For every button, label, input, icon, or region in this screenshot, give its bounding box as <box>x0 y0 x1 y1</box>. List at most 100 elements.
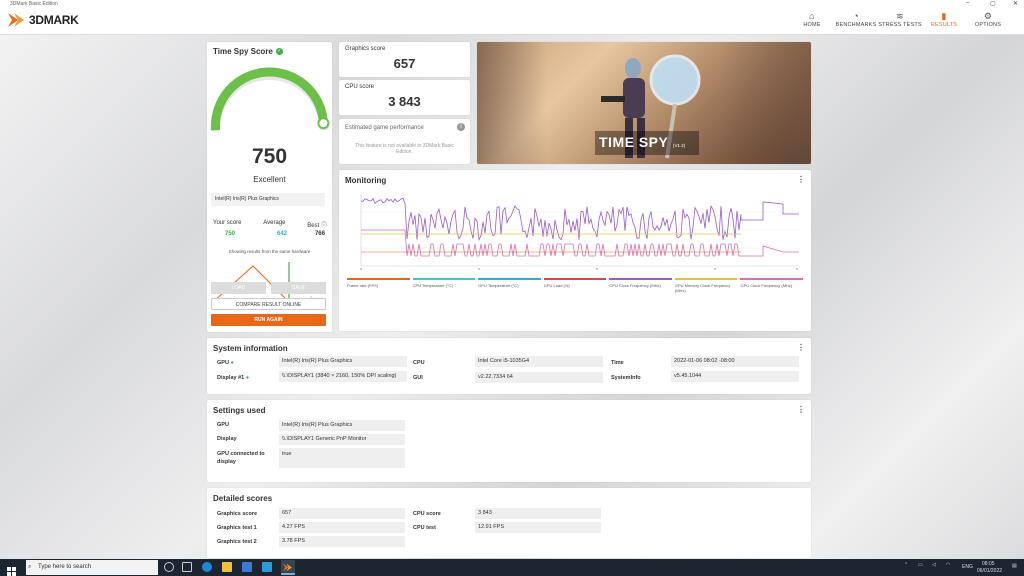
legend-item[interactable]: GPU Temperature (°C) <box>478 278 541 293</box>
score-note: Showing results from the same hardware <box>228 249 311 254</box>
check-icon: ● <box>245 375 250 381</box>
legend-item[interactable]: Frame rate (FPS) <box>347 278 410 293</box>
average-value: 642 <box>276 231 287 237</box>
detailed-graphics-value: 657 <box>279 508 405 519</box>
nav-items: ⌂ HOME ◔ BENCHMARKS ≋ STRESS TESTS ▮ RESULTS ⚙ OP… <box>790 11 1010 33</box>
more-options-icon[interactable]: ⋮ <box>797 175 805 184</box>
system-cpu-value: Intel Core i5-1035G4 <box>475 356 603 367</box>
score-gpu-name: Intel(R) Iris(R) Plus Graphics <box>211 193 325 206</box>
top-navigation: 3DMARK ⌂ HOME ◔ BENCHMARKS ≋ STRESS TESTS ▮ RES… <box>0 9 1024 35</box>
taskbar-search-input[interactable]: ⌕ Type here to search <box>26 560 158 575</box>
settings-title: Settings used <box>213 406 266 415</box>
system-sysinfo-value: v5.45.1044 <box>671 371 799 382</box>
3dmark-taskbar-icon[interactable] <box>281 560 295 575</box>
network-icon[interactable]: ▭ <box>918 562 923 568</box>
windows-start-icon[interactable] <box>7 563 16 576</box>
settings-display-value: \\.\DISPLAY1 Generic PnP Monitor <box>279 434 405 445</box>
store-icon[interactable] <box>242 562 252 572</box>
clock-time[interactable]: 08:05 <box>982 561 995 567</box>
more-options-icon[interactable]: ⋮ <box>797 405 805 414</box>
save-button[interactable]: SAVE <box>271 282 326 294</box>
windows-taskbar: ⌕ Type here to search ⌃ ▭ ◁ ◠ ENG 08:05 … <box>0 559 1024 576</box>
wifi-icon[interactable]: ◠ <box>946 562 950 568</box>
best-value: 766 <box>314 231 325 237</box>
detailed-gt1-value: 4.27 FPS <box>279 522 405 533</box>
edge-icon[interactable] <box>202 562 212 572</box>
minimize-icon[interactable]: – <box>966 0 969 6</box>
close-icon[interactable]: ✕ <box>1013 0 1018 7</box>
tray-chevron-icon[interactable]: ⌃ <box>904 562 908 568</box>
nav-results-icon: ▮ <box>941 11 947 21</box>
info-icon[interactable]: i <box>457 123 465 131</box>
detailed-gt2-value: 3.78 FPS <box>279 536 405 547</box>
system-gui-label: GUI <box>413 375 423 381</box>
mail-icon[interactable] <box>262 562 272 572</box>
score-card: Time Spy Score ✓ 750 Excellent Intel(R) … <box>207 42 332 332</box>
system-gui-value: v2.22.7334 64 <box>475 372 603 383</box>
detailed-scores-card: Detailed scores Graphics score 657 Graph… <box>207 488 811 558</box>
score-compare-labels: Your score Average Best ⓘ <box>213 220 327 229</box>
system-gpu-value: Intel(R) Iris(R) Plus Graphics <box>279 356 407 367</box>
cpu-score-label: CPU score <box>345 84 375 90</box>
compare-online-button[interactable]: COMPARE RESULT ONLINE <box>211 298 326 310</box>
average-label: Average <box>263 220 286 226</box>
score-compare-values: 750 642 766 <box>225 231 325 237</box>
monitoring-title: Monitoring <box>345 176 387 185</box>
window-title: 3DMark Basic Edition <box>10 1 58 7</box>
graphics-score-value: 657 <box>393 56 416 71</box>
nav-stress-tests[interactable]: ≋ STRESS TESTS <box>878 11 922 33</box>
more-options-icon[interactable]: ⋮ <box>797 343 805 352</box>
nav-benchmarks[interactable]: ◔ BENCHMARKS <box>834 11 878 33</box>
3dmark-logo-icon <box>8 13 24 27</box>
settings-used-card: Settings used ⋮ GPU Intel(R) Iris(R) Plu… <box>207 400 811 482</box>
system-time-value: 2022-01-06 08:02 -08:00 <box>671 356 799 367</box>
load-button[interactable]: LOAD <box>211 282 266 294</box>
notifications-icon[interactable]: ▤ <box>1012 563 1017 569</box>
cpu-score-value: 3 843 <box>388 94 421 109</box>
volume-icon[interactable]: ◁ <box>932 562 936 568</box>
total-score: 750 <box>251 145 288 168</box>
legend-item[interactable]: GPU Clock Frequency (MHz) <box>740 278 804 293</box>
system-time-label: Time <box>611 360 624 366</box>
nav-label: RESULTS <box>930 22 958 28</box>
check-icon: ✓ <box>275 48 283 55</box>
task-view-icon[interactable] <box>182 562 192 572</box>
cpu-score-card: CPU score 3 843 <box>339 80 470 115</box>
legend-item[interactable]: GPU Load (%) <box>543 278 607 293</box>
nav-label: BENCHMARKS <box>835 22 877 28</box>
language-indicator[interactable]: ENG <box>962 564 973 570</box>
nav-options-icon: ⚙ <box>983 11 993 21</box>
settings-connected-label: GPU connected to display <box>217 451 265 465</box>
system-gpu-label: GPU <box>217 360 229 366</box>
settings-display-label: Display <box>217 436 237 442</box>
your-score-value: 750 <box>225 231 236 237</box>
info-icon[interactable]: ⓘ <box>321 223 327 229</box>
estimated-label: Estimated game performance <box>345 125 424 131</box>
system-information-card: System information ⋮ GPU ● Intel(R) Iris… <box>207 338 811 394</box>
your-score-label: Your score <box>213 220 242 226</box>
estimated-performance-card: Estimated game performance i This featur… <box>339 119 470 164</box>
legend-item[interactable]: GPU Memory Clock Frequency (MHz) <box>674 278 738 293</box>
nav-options[interactable]: ⚙ OPTIONS <box>966 11 1010 33</box>
nav-label: HOME <box>803 22 821 28</box>
benchmark-hero-image: TIME SPY (V1.2) <box>477 42 811 164</box>
clock-date[interactable]: 06/01/2022 <box>977 568 1002 574</box>
detailed-gt2-label: Graphics test 2 <box>217 539 257 545</box>
legend-item[interactable]: CPU Temperature (°C) <box>412 278 476 293</box>
search-icon: ⌕ <box>28 564 32 570</box>
settings-gpu-value: Intel(R) Iris(R) Plus Graphics <box>279 420 405 431</box>
maximize-icon[interactable]: ▢ <box>990 0 996 7</box>
detailed-cpu-value: 3 843 <box>475 508 601 519</box>
graphics-score-card: Graphics score 657 <box>339 42 470 77</box>
nav-home[interactable]: ⌂ HOME <box>790 11 834 33</box>
legend-item[interactable]: CPU Clock Frequency (MHz) <box>609 278 672 293</box>
system-display-value: \\.\DISPLAY1 (3840 × 2160, 150% DPI scal… <box>279 371 407 382</box>
benchmark-title: TIME SPY <box>599 134 669 150</box>
brand-name: 3DMARK <box>29 13 79 27</box>
file-explorer-icon[interactable] <box>222 562 232 572</box>
check-icon: ● <box>230 360 234 366</box>
cortana-icon[interactable] <box>164 562 174 572</box>
nav-results[interactable]: ▮ RESULTS <box>922 11 966 33</box>
run-again-button[interactable]: RUN AGAIN <box>211 314 326 326</box>
benchmark-version: (V1.2) <box>673 143 686 148</box>
